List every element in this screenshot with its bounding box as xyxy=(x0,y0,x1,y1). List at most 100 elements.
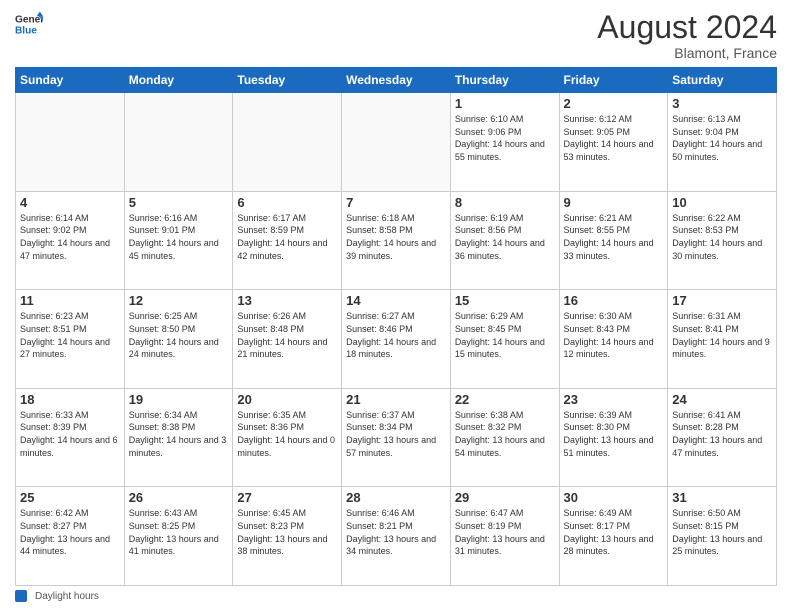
day-number: 21 xyxy=(346,392,446,407)
calendar-cell: 25 Sunrise: 6:42 AMSunset: 8:27 PMDayligh… xyxy=(16,487,125,586)
day-number: 7 xyxy=(346,195,446,210)
day-number: 25 xyxy=(20,490,120,505)
calendar-cell xyxy=(233,93,342,192)
day-info: Sunrise: 6:29 AMSunset: 8:45 PMDaylight:… xyxy=(455,310,555,360)
calendar-cell: 9 Sunrise: 6:21 AMSunset: 8:55 PMDaylight… xyxy=(559,191,668,290)
calendar-cell: 13Sunrise: 6:26 AMSunset: 8:48 PMDayligh… xyxy=(233,290,342,389)
day-info: Sunrise: 6:23 AMSunset: 8:51 PMDaylight:… xyxy=(20,310,120,360)
calendar-table: SundayMondayTuesdayWednesdayThursdayFrid… xyxy=(15,67,777,586)
day-info: Sunrise: 6:37 AMSunset: 8:34 PMDaylight:… xyxy=(346,409,446,459)
calendar-cell: 28 Sunrise: 6:46 AMSunset: 8:21 PMDayligh… xyxy=(342,487,451,586)
day-number: 17 xyxy=(672,293,772,308)
day-header-tuesday: Tuesday xyxy=(233,68,342,93)
calendar-cell: 30 Sunrise: 6:49 AMSunset: 8:17 PMDayligh… xyxy=(559,487,668,586)
logo: General Blue xyxy=(15,10,43,38)
month-year: August 2024 xyxy=(597,10,777,45)
day-header-saturday: Saturday xyxy=(668,68,777,93)
calendar-cell xyxy=(342,93,451,192)
page: General Blue August 2024 Blamont, France… xyxy=(0,0,792,612)
day-header-friday: Friday xyxy=(559,68,668,93)
day-info: Sunrise: 6:49 AMSunset: 8:17 PMDaylight:… xyxy=(564,507,664,557)
day-info: Sunrise: 6:42 AMSunset: 8:27 PMDaylight:… xyxy=(20,507,120,557)
calendar-cell: 23 Sunrise: 6:39 AMSunset: 8:30 PMDayligh… xyxy=(559,388,668,487)
calendar-cell: 5 Sunrise: 6:16 AMSunset: 9:01 PMDaylight… xyxy=(124,191,233,290)
day-header-thursday: Thursday xyxy=(450,68,559,93)
day-info: Sunrise: 6:16 AMSunset: 9:01 PMDaylight:… xyxy=(129,212,229,262)
day-info: Sunrise: 6:22 AMSunset: 8:53 PMDaylight:… xyxy=(672,212,772,262)
day-info: Sunrise: 6:45 AMSunset: 8:23 PMDaylight:… xyxy=(237,507,337,557)
calendar-cell: 4 Sunrise: 6:14 AMSunset: 9:02 PMDaylight… xyxy=(16,191,125,290)
calendar-cell: 6 Sunrise: 6:17 AMSunset: 8:59 PMDaylight… xyxy=(233,191,342,290)
calendar-header-row: SundayMondayTuesdayWednesdayThursdayFrid… xyxy=(16,68,777,93)
calendar-cell: 11Sunrise: 6:23 AMSunset: 8:51 PMDayligh… xyxy=(16,290,125,389)
day-info: Sunrise: 6:41 AMSunset: 8:28 PMDaylight:… xyxy=(672,409,772,459)
calendar-cell: 1 Sunrise: 6:10 AMSunset: 9:06 PMDaylight… xyxy=(450,93,559,192)
day-number: 14 xyxy=(346,293,446,308)
day-number: 3 xyxy=(672,96,772,111)
day-info: Sunrise: 6:39 AMSunset: 8:30 PMDaylight:… xyxy=(564,409,664,459)
day-info: Sunrise: 6:25 AMSunset: 8:50 PMDaylight:… xyxy=(129,310,229,360)
day-info: Sunrise: 6:21 AMSunset: 8:55 PMDaylight:… xyxy=(564,212,664,262)
calendar-cell: 17 Sunrise: 6:31 AMSunset: 8:41 PMDayligh… xyxy=(668,290,777,389)
calendar-cell: 12Sunrise: 6:25 AMSunset: 8:50 PMDayligh… xyxy=(124,290,233,389)
day-number: 8 xyxy=(455,195,555,210)
calendar-cell: 22 Sunrise: 6:38 AMSunset: 8:32 PMDayligh… xyxy=(450,388,559,487)
day-number: 5 xyxy=(129,195,229,210)
day-header-wednesday: Wednesday xyxy=(342,68,451,93)
day-info: Sunrise: 6:33 AMSunset: 8:39 PMDaylight:… xyxy=(20,409,120,459)
calendar-cell: 15Sunrise: 6:29 AMSunset: 8:45 PMDayligh… xyxy=(450,290,559,389)
footer: Daylight hours xyxy=(15,590,777,602)
day-info: Sunrise: 6:12 AMSunset: 9:05 PMDaylight:… xyxy=(564,113,664,163)
day-info: Sunrise: 6:31 AMSunset: 8:41 PMDaylight:… xyxy=(672,310,772,360)
day-info: Sunrise: 6:13 AMSunset: 9:04 PMDaylight:… xyxy=(672,113,772,163)
calendar-week-5: 25 Sunrise: 6:42 AMSunset: 8:27 PMDayligh… xyxy=(16,487,777,586)
calendar-cell: 7 Sunrise: 6:18 AMSunset: 8:58 PMDaylight… xyxy=(342,191,451,290)
day-info: Sunrise: 6:46 AMSunset: 8:21 PMDaylight:… xyxy=(346,507,446,557)
day-info: Sunrise: 6:26 AMSunset: 8:48 PMDaylight:… xyxy=(237,310,337,360)
day-number: 30 xyxy=(564,490,664,505)
day-number: 28 xyxy=(346,490,446,505)
day-number: 29 xyxy=(455,490,555,505)
day-number: 19 xyxy=(129,392,229,407)
calendar-cell: 26 Sunrise: 6:43 AMSunset: 8:25 PMDayligh… xyxy=(124,487,233,586)
day-info: Sunrise: 6:43 AMSunset: 8:25 PMDaylight:… xyxy=(129,507,229,557)
calendar-cell: 16Sunrise: 6:30 AMSunset: 8:43 PMDayligh… xyxy=(559,290,668,389)
day-info: Sunrise: 6:27 AMSunset: 8:46 PMDaylight:… xyxy=(346,310,446,360)
calendar-cell xyxy=(16,93,125,192)
day-number: 9 xyxy=(564,195,664,210)
calendar-week-4: 18 Sunrise: 6:33 AMSunset: 8:39 PMDayligh… xyxy=(16,388,777,487)
day-number: 6 xyxy=(237,195,337,210)
day-number: 20 xyxy=(237,392,337,407)
day-info: Sunrise: 6:14 AMSunset: 9:02 PMDaylight:… xyxy=(20,212,120,262)
day-info: Sunrise: 6:47 AMSunset: 8:19 PMDaylight:… xyxy=(455,507,555,557)
logo-icon: General Blue xyxy=(15,10,43,38)
day-number: 24 xyxy=(672,392,772,407)
day-number: 1 xyxy=(455,96,555,111)
calendar-cell: 19Sunrise: 6:34 AMSunset: 8:38 PMDayligh… xyxy=(124,388,233,487)
calendar-cell: 31 Sunrise: 6:50 AMSunset: 8:15 PMDayligh… xyxy=(668,487,777,586)
day-number: 18 xyxy=(20,392,120,407)
day-number: 26 xyxy=(129,490,229,505)
day-info: Sunrise: 6:38 AMSunset: 8:32 PMDaylight:… xyxy=(455,409,555,459)
day-number: 23 xyxy=(564,392,664,407)
calendar-cell: 14 Sunrise: 6:27 AMSunset: 8:46 PMDayligh… xyxy=(342,290,451,389)
calendar-cell: 18 Sunrise: 6:33 AMSunset: 8:39 PMDayligh… xyxy=(16,388,125,487)
day-info: Sunrise: 6:50 AMSunset: 8:15 PMDaylight:… xyxy=(672,507,772,557)
calendar-cell: 24 Sunrise: 6:41 AMSunset: 8:28 PMDayligh… xyxy=(668,388,777,487)
header: General Blue August 2024 Blamont, France xyxy=(15,10,777,61)
calendar-cell: 29 Sunrise: 6:47 AMSunset: 8:19 PMDayligh… xyxy=(450,487,559,586)
calendar-cell: 3 Sunrise: 6:13 AMSunset: 9:04 PMDaylight… xyxy=(668,93,777,192)
day-info: Sunrise: 6:17 AMSunset: 8:59 PMDaylight:… xyxy=(237,212,337,262)
calendar-week-2: 4 Sunrise: 6:14 AMSunset: 9:02 PMDaylight… xyxy=(16,191,777,290)
calendar-cell: 2 Sunrise: 6:12 AMSunset: 9:05 PMDaylight… xyxy=(559,93,668,192)
title-block: August 2024 Blamont, France xyxy=(597,10,777,61)
day-info: Sunrise: 6:10 AMSunset: 9:06 PMDaylight:… xyxy=(455,113,555,163)
day-info: Sunrise: 6:18 AMSunset: 8:58 PMDaylight:… xyxy=(346,212,446,262)
day-number: 16 xyxy=(564,293,664,308)
calendar-cell: 27Sunrise: 6:45 AMSunset: 8:23 PMDayligh… xyxy=(233,487,342,586)
day-number: 2 xyxy=(564,96,664,111)
day-number: 4 xyxy=(20,195,120,210)
day-number: 22 xyxy=(455,392,555,407)
day-number: 31 xyxy=(672,490,772,505)
calendar-cell: 21 Sunrise: 6:37 AMSunset: 8:34 PMDayligh… xyxy=(342,388,451,487)
